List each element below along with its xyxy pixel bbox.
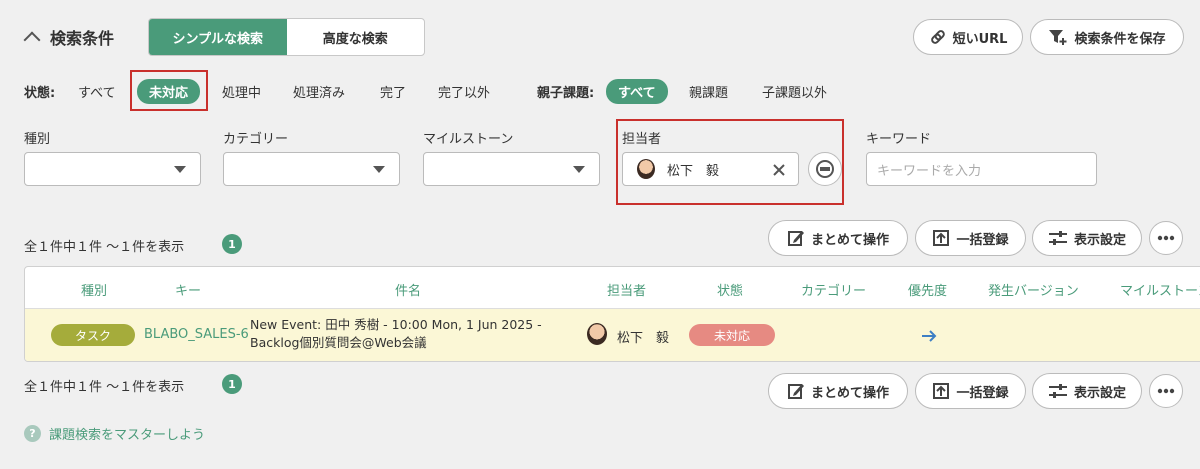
more-icon (1157, 235, 1175, 241)
type-select[interactable] (24, 152, 201, 186)
status-filter-label: 状態: (24, 85, 56, 101)
short-url-button[interactable]: 短いURL (913, 19, 1023, 55)
tab-advanced-search[interactable]: 高度な検索 (287, 19, 425, 55)
assignee-select[interactable]: 松下 毅 (622, 152, 799, 186)
result-count-bottom: 全１件中１件 〜１件を表示 (24, 380, 185, 395)
status-filter: 状態: (24, 78, 55, 104)
status-option-in-progress[interactable]: 処理中 (222, 78, 261, 104)
section-title: 検索条件 (50, 29, 115, 48)
bulk-operation-button[interactable]: まとめて操作 (768, 220, 908, 256)
arrow-right-icon (922, 330, 937, 342)
col-affected-version[interactable]: 発生バージョン (988, 280, 1079, 299)
display-settings-button-bottom[interactable]: 表示設定 (1032, 373, 1142, 409)
edit-icon (787, 384, 804, 399)
edit-icon (787, 231, 804, 246)
category-select[interactable] (223, 152, 400, 186)
link-icon (930, 30, 945, 44)
page-badge-bottom[interactable]: 1 (222, 374, 242, 394)
avatar (587, 323, 607, 345)
status-option-closed[interactable]: 完了 (380, 78, 406, 104)
page-badge[interactable]: 1 (222, 234, 242, 254)
col-assignee[interactable]: 担当者 (607, 280, 646, 299)
display-settings-button[interactable]: 表示設定 (1032, 220, 1142, 256)
parent-filter-label: 親子課題: (537, 85, 595, 101)
col-key[interactable]: キー (175, 280, 201, 299)
status-badge: 未対応 (689, 324, 775, 346)
more-icon (1157, 388, 1175, 394)
type-label: 種別 (24, 132, 51, 147)
col-milestone[interactable]: マイルストーン (1120, 280, 1200, 299)
col-priority[interactable]: 優先度 (908, 280, 947, 299)
col-status[interactable]: 状態 (717, 280, 743, 299)
sliders-icon (1048, 231, 1067, 245)
category-label: カテゴリー (223, 132, 289, 147)
type-tag: タスク (51, 324, 135, 346)
tab-simple-search[interactable]: シンプルな検索 (149, 19, 287, 55)
keyword-placeholder: キーワードを入力 (877, 163, 982, 179)
status-option-not-closed[interactable]: 完了以外 (438, 78, 490, 104)
dropdown-arrow-icon (573, 166, 585, 173)
user-icon (816, 160, 834, 178)
dropdown-arrow-icon (373, 166, 385, 173)
assign-to-me-button[interactable] (808, 152, 842, 186)
parent-option-not-child[interactable]: 子課題以外 (762, 78, 827, 104)
search-mode-tabs: シンプルな検索 高度な検索 (148, 18, 425, 56)
milestone-label: マイルストーン (423, 132, 514, 147)
keyword-label: キーワード (866, 132, 932, 147)
status-option-open[interactable]: 未対応 (137, 79, 201, 104)
search-conditions-toggle[interactable]: 検索条件 (23, 24, 115, 50)
assignee-label: 担当者 (622, 132, 662, 147)
row-assignee: 松下 毅 (617, 331, 670, 346)
more-options-button[interactable] (1149, 221, 1183, 255)
issue-subject[interactable]: New Event: 田中 秀樹 - 10:00 Mon, 1 Jun 2025… (250, 316, 542, 352)
bulk-register-button[interactable]: 一括登録 (915, 220, 1026, 256)
assignee-value: 松下 毅 (667, 163, 720, 179)
filter-plus-icon (1049, 30, 1067, 45)
status-option-all[interactable]: すべて (78, 78, 116, 104)
status-option-resolved[interactable]: 処理済み (293, 78, 345, 104)
col-type[interactable]: 種別 (81, 280, 107, 299)
parent-option-all[interactable]: すべて (606, 79, 668, 104)
help-link[interactable]: ? 課題検索をマスターしよう (24, 424, 205, 443)
sliders-icon (1048, 384, 1067, 398)
issue-key-link[interactable]: BLABO_SALES-6 (144, 327, 249, 342)
table-header: 種別 キー 件名 担当者 状態 カテゴリー 優先度 発生バージョン マイルストー… (25, 267, 1200, 309)
bulk-operation-button-bottom[interactable]: まとめて操作 (768, 373, 908, 409)
upload-icon (933, 383, 950, 399)
more-options-button-bottom[interactable] (1149, 374, 1183, 408)
col-subject[interactable]: 件名 (395, 280, 421, 299)
col-category[interactable]: カテゴリー (801, 280, 866, 299)
milestone-select[interactable] (423, 152, 600, 186)
result-count: 全１件中１件 〜１件を表示 (24, 240, 185, 255)
bulk-register-button-bottom[interactable]: 一括登録 (915, 373, 1026, 409)
table-row[interactable]: タスク BLABO_SALES-6 New Event: 田中 秀樹 - 10:… (25, 309, 1200, 361)
upload-icon (933, 230, 950, 246)
avatar (637, 159, 655, 179)
issue-table: 種別 キー 件名 担当者 状態 カテゴリー 優先度 発生バージョン マイルストー… (24, 266, 1200, 362)
keyword-input[interactable]: キーワードを入力 (866, 152, 1097, 186)
chevron-up-icon (23, 31, 41, 49)
save-condition-button[interactable]: 検索条件を保存 (1030, 19, 1184, 55)
help-icon: ? (24, 425, 41, 442)
parent-option-parent[interactable]: 親課題 (689, 78, 728, 104)
clear-icon[interactable] (773, 164, 785, 176)
dropdown-arrow-icon (174, 166, 186, 173)
